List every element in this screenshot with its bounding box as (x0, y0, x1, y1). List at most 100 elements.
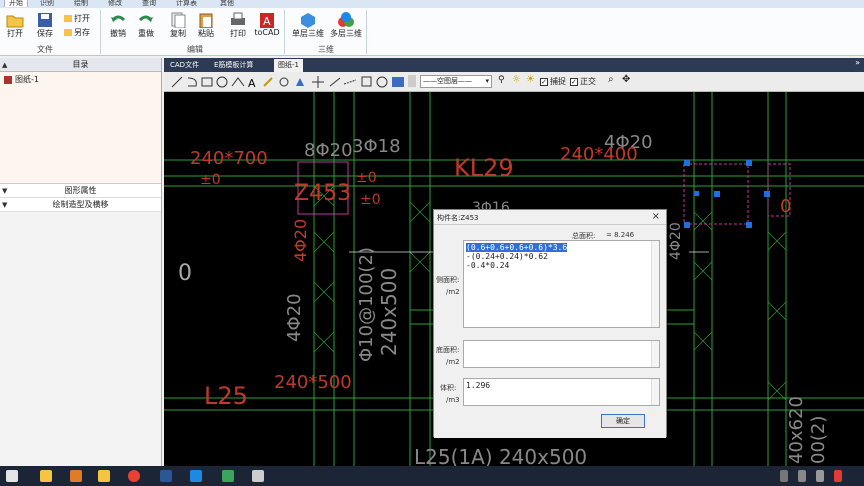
cad-text: ±0 (360, 192, 381, 208)
pin-icon[interactable]: ⚲ (498, 75, 505, 85)
arc-tool-icon (231, 77, 245, 87)
dialog-title: 构件名:Z453 (437, 214, 479, 222)
scrollbar[interactable] (651, 341, 659, 367)
open2-button[interactable]: 打开 (64, 13, 90, 24)
volume-formula[interactable]: 1.296 (463, 378, 660, 406)
tree-item-drawing-1[interactable]: 图纸-1 (4, 74, 157, 85)
bottom-area-unit: /m2 (446, 358, 460, 366)
volume-value: 1.296 (466, 381, 491, 390)
cad-text: 4Φ20 (291, 219, 310, 262)
folder-icon[interactable] (98, 470, 110, 482)
formula-line: -0.4*0.24 (466, 261, 510, 270)
saveas-button[interactable]: 另存 (64, 27, 90, 38)
undo-icon (111, 15, 126, 22)
cad-text: ±0 (200, 172, 221, 188)
notification-icon[interactable] (834, 470, 842, 482)
ortho-checkbox[interactable]: ✓ 正交 (570, 76, 596, 87)
layer-select[interactable]: ——空图层—— ▾ (420, 75, 492, 88)
tab-recognize[interactable]: 识别 (40, 0, 54, 8)
app-icon[interactable] (190, 470, 202, 482)
scroll-tabs-icon[interactable]: » (855, 58, 860, 67)
explorer-icon[interactable] (40, 470, 52, 482)
cad-text: 0 (178, 261, 192, 286)
selection-grips[interactable] (684, 160, 770, 228)
divider (284, 10, 285, 54)
image-tool-icon (392, 77, 404, 87)
sun-icon[interactable]: ☀ (526, 74, 535, 85)
section-draw-shape[interactable]: ▼ 绘制造型及横移 (0, 198, 161, 212)
paste-button[interactable]: 粘贴 (194, 12, 218, 39)
bottom-area-label: 底面积: (436, 346, 460, 354)
app-icon[interactable] (252, 470, 264, 482)
ribbon: 打开 保存 打开 另存 文件 撤销 重做 复制 粘贴 打印 A toCAD 编辑 (0, 8, 864, 56)
open-button[interactable]: 打开 (4, 12, 26, 39)
print-button[interactable]: 打印 (226, 12, 250, 39)
close-icon[interactable]: × (652, 211, 660, 222)
cad-icon: A (260, 13, 274, 28)
circle-tool-icon (216, 76, 228, 88)
app-icon[interactable] (70, 470, 82, 482)
ok-button[interactable]: 确定 (601, 414, 645, 428)
paste-label: 粘贴 (198, 29, 214, 38)
wifi-icon[interactable] (780, 470, 788, 482)
move-tool-icon (312, 76, 324, 88)
svg-text:A: A (263, 15, 271, 28)
side-area-formula[interactable]: (0.6+0.6+0.6+0.6)*3.6 -(0.24+0.24)*0.62 … (463, 240, 660, 328)
volume-icon[interactable] (798, 470, 806, 482)
redo-icon (138, 15, 153, 22)
cad-text: 240*400 (560, 144, 638, 165)
tab-other[interactable]: 其他 (220, 0, 234, 8)
tab-rebar-template[interactable]: E筋模板计算 (210, 59, 257, 72)
section-shape-properties[interactable]: ▼ 图形属性 (0, 184, 161, 198)
caret-down-icon: ▼ (2, 187, 8, 195)
trim-tool-icon (329, 77, 341, 87)
rotate-tool-icon (376, 76, 388, 88)
tab-draw[interactable]: 绘制 (74, 0, 88, 8)
copy-button[interactable]: 复制 (166, 12, 190, 39)
volume-label: 体积: (440, 384, 457, 392)
tab-calc-table[interactable]: 计算表 (176, 0, 197, 8)
scale-tool-icon (361, 76, 372, 87)
rect-tool-icon (201, 77, 213, 87)
scrollbar[interactable] (651, 379, 659, 405)
single-3d-label: 单层三维 (292, 29, 324, 38)
taskbar (0, 466, 864, 486)
network-icon[interactable] (816, 470, 824, 482)
scrollbar[interactable] (651, 241, 659, 327)
tab-start[interactable]: 开始 (4, 0, 28, 7)
catalog-header[interactable]: ▲ 目录 (0, 58, 161, 72)
tab-modify[interactable]: 修改 (108, 0, 122, 8)
ortho-label: 正交 (580, 77, 596, 86)
snap-checkbox[interactable]: ✓ 捕捉 (540, 76, 566, 87)
single-3d-button[interactable]: 单层三维 (290, 12, 326, 39)
tab-cad-file[interactable]: CAD文件 (166, 59, 203, 72)
redo-button[interactable]: 重做 (134, 12, 158, 39)
ribbon-tab-bar: 开始 识别 绘制 修改 查询 计算表 其他 (0, 0, 864, 8)
app-icon[interactable] (160, 470, 172, 482)
bottom-area-formula[interactable] (463, 340, 660, 368)
divider (366, 10, 367, 54)
multi-3d-button[interactable]: 多层三维 (328, 12, 364, 39)
tab-drawing-1[interactable]: 图纸-1 (274, 59, 303, 72)
bulb-icon[interactable]: ☼ (512, 74, 521, 85)
line-tool-icon (171, 76, 183, 88)
drawing-icon (4, 75, 12, 84)
pan-icon[interactable]: ✥ (622, 74, 630, 85)
draw-tools-icons[interactable]: A (168, 72, 408, 92)
snap-label: 捕捉 (550, 77, 566, 86)
undo-button[interactable]: 撤销 (106, 12, 130, 39)
polyline-tool-icon (187, 77, 197, 87)
formula-line: (0.6+0.6+0.6+0.6)*3.6 (466, 243, 568, 252)
caret-up-icon[interactable]: ▲ (2, 58, 7, 72)
save-button[interactable]: 保存 (34, 12, 56, 39)
layer-select-value: ——空图层—— (423, 77, 472, 85)
left-panel: ▲ 目录 图纸-1 ▼ 图形属性 ▼ 绘制造型及横移 (0, 58, 162, 466)
start-icon[interactable] (6, 470, 18, 482)
browser-icon[interactable] (128, 470, 140, 482)
tocad-button[interactable]: A toCAD (254, 12, 280, 37)
zoom-icon[interactable]: ⌕ (608, 74, 614, 85)
tab-query[interactable]: 查询 (142, 0, 156, 8)
layer-icon (408, 75, 416, 87)
app-icon[interactable] (222, 470, 234, 482)
brush-icon (263, 77, 273, 87)
